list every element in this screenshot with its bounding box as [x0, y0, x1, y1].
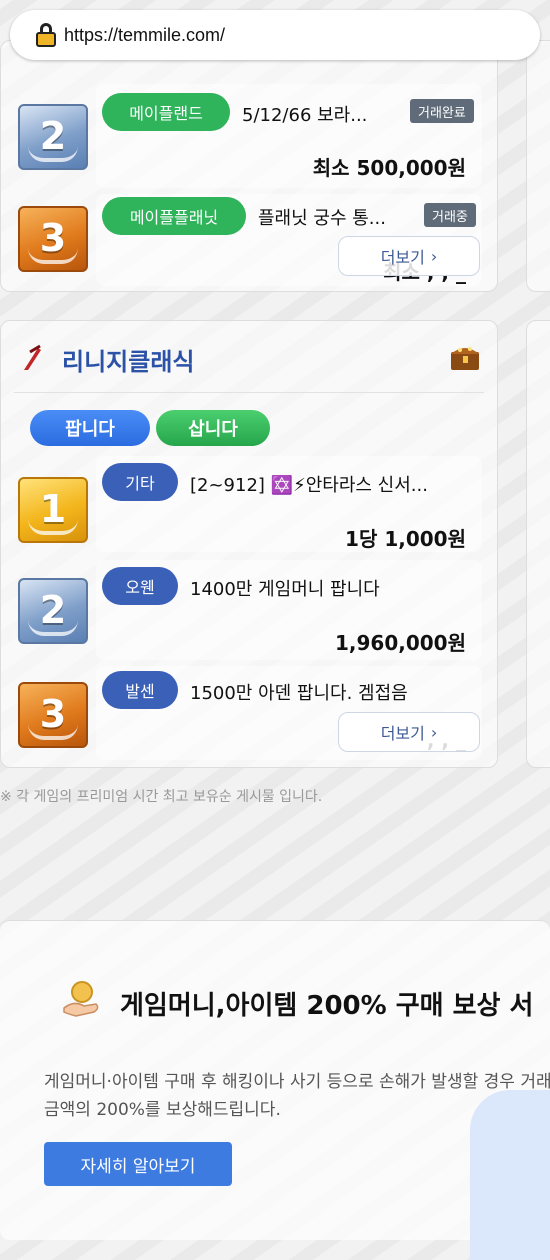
rank-1-medal-icon: 1: [18, 477, 88, 543]
rank-2-medal-icon: 2: [18, 104, 88, 170]
item-title[interactable]: 플래닛 궁수 통...: [258, 204, 386, 230]
chevron-right-icon: ›: [430, 722, 438, 742]
sword-icon: [20, 344, 44, 372]
banner-description: 게임머니·아이템 구매 후 해킹이나 사기 등으로 손해가 발생할 경우 거래 …: [44, 1072, 550, 1120]
rank-2-medal-icon: 2: [18, 578, 88, 644]
item-title[interactable]: 1400만 게임머니 팝니다: [190, 575, 380, 601]
premium-note: ※ 각 게임의 프리미엄 시간 최고 보유순 게시물 입니다.: [0, 789, 323, 805]
rank-3-medal-icon: 3: [18, 682, 88, 748]
item-title[interactable]: 1500만 아덴 팝니다. 겜접음: [190, 679, 408, 705]
url-text: https://temmile.com/: [64, 24, 226, 45]
treasure-chest-icon: [448, 340, 482, 374]
status-badge: 거래완료: [410, 99, 474, 123]
item-title[interactable]: 5/12/66 보라...: [242, 101, 367, 127]
tab-buy[interactable]: 삽니다: [156, 410, 270, 446]
tab-sell[interactable]: 팝니다: [30, 410, 150, 446]
category-badge: 발센: [102, 671, 178, 709]
more-button[interactable]: 더보기 ›: [338, 236, 480, 276]
category-badge: 오웬: [102, 567, 178, 605]
coin-hand-icon: [60, 978, 102, 1020]
banner-title: 게임머니,아이템 200% 구매 보상 서: [120, 991, 534, 1021]
item-title[interactable]: [2~912] ✡️⚡안타라스 신서...: [190, 471, 428, 497]
more-label: 더보기: [380, 248, 425, 267]
rank-3-medal-icon: 3: [18, 206, 88, 272]
more-button[interactable]: 더보기 ›: [338, 712, 480, 752]
item-price: 1,960,000원: [334, 631, 466, 655]
item-price: 1당 1,000원: [345, 527, 466, 551]
more-label: 더보기: [380, 724, 425, 743]
next-card-edge: [526, 320, 550, 768]
card-divider: [14, 392, 484, 393]
category-badge: 메이플랜드: [102, 93, 230, 131]
category-badge: 기타: [102, 463, 178, 501]
lock-icon: [36, 23, 56, 47]
section-title: 리니지클래식: [62, 348, 195, 376]
category-badge: 메이플플래닛: [102, 197, 246, 235]
status-badge: 거래중: [424, 203, 476, 227]
item-price: 최소 500,000원: [312, 156, 466, 180]
learn-more-button[interactable]: 자세히 알아보기: [44, 1142, 232, 1186]
next-card-edge: [526, 40, 550, 292]
address-bar[interactable]: https://temmile.com/: [10, 10, 540, 60]
chevron-right-icon: ›: [430, 246, 438, 266]
